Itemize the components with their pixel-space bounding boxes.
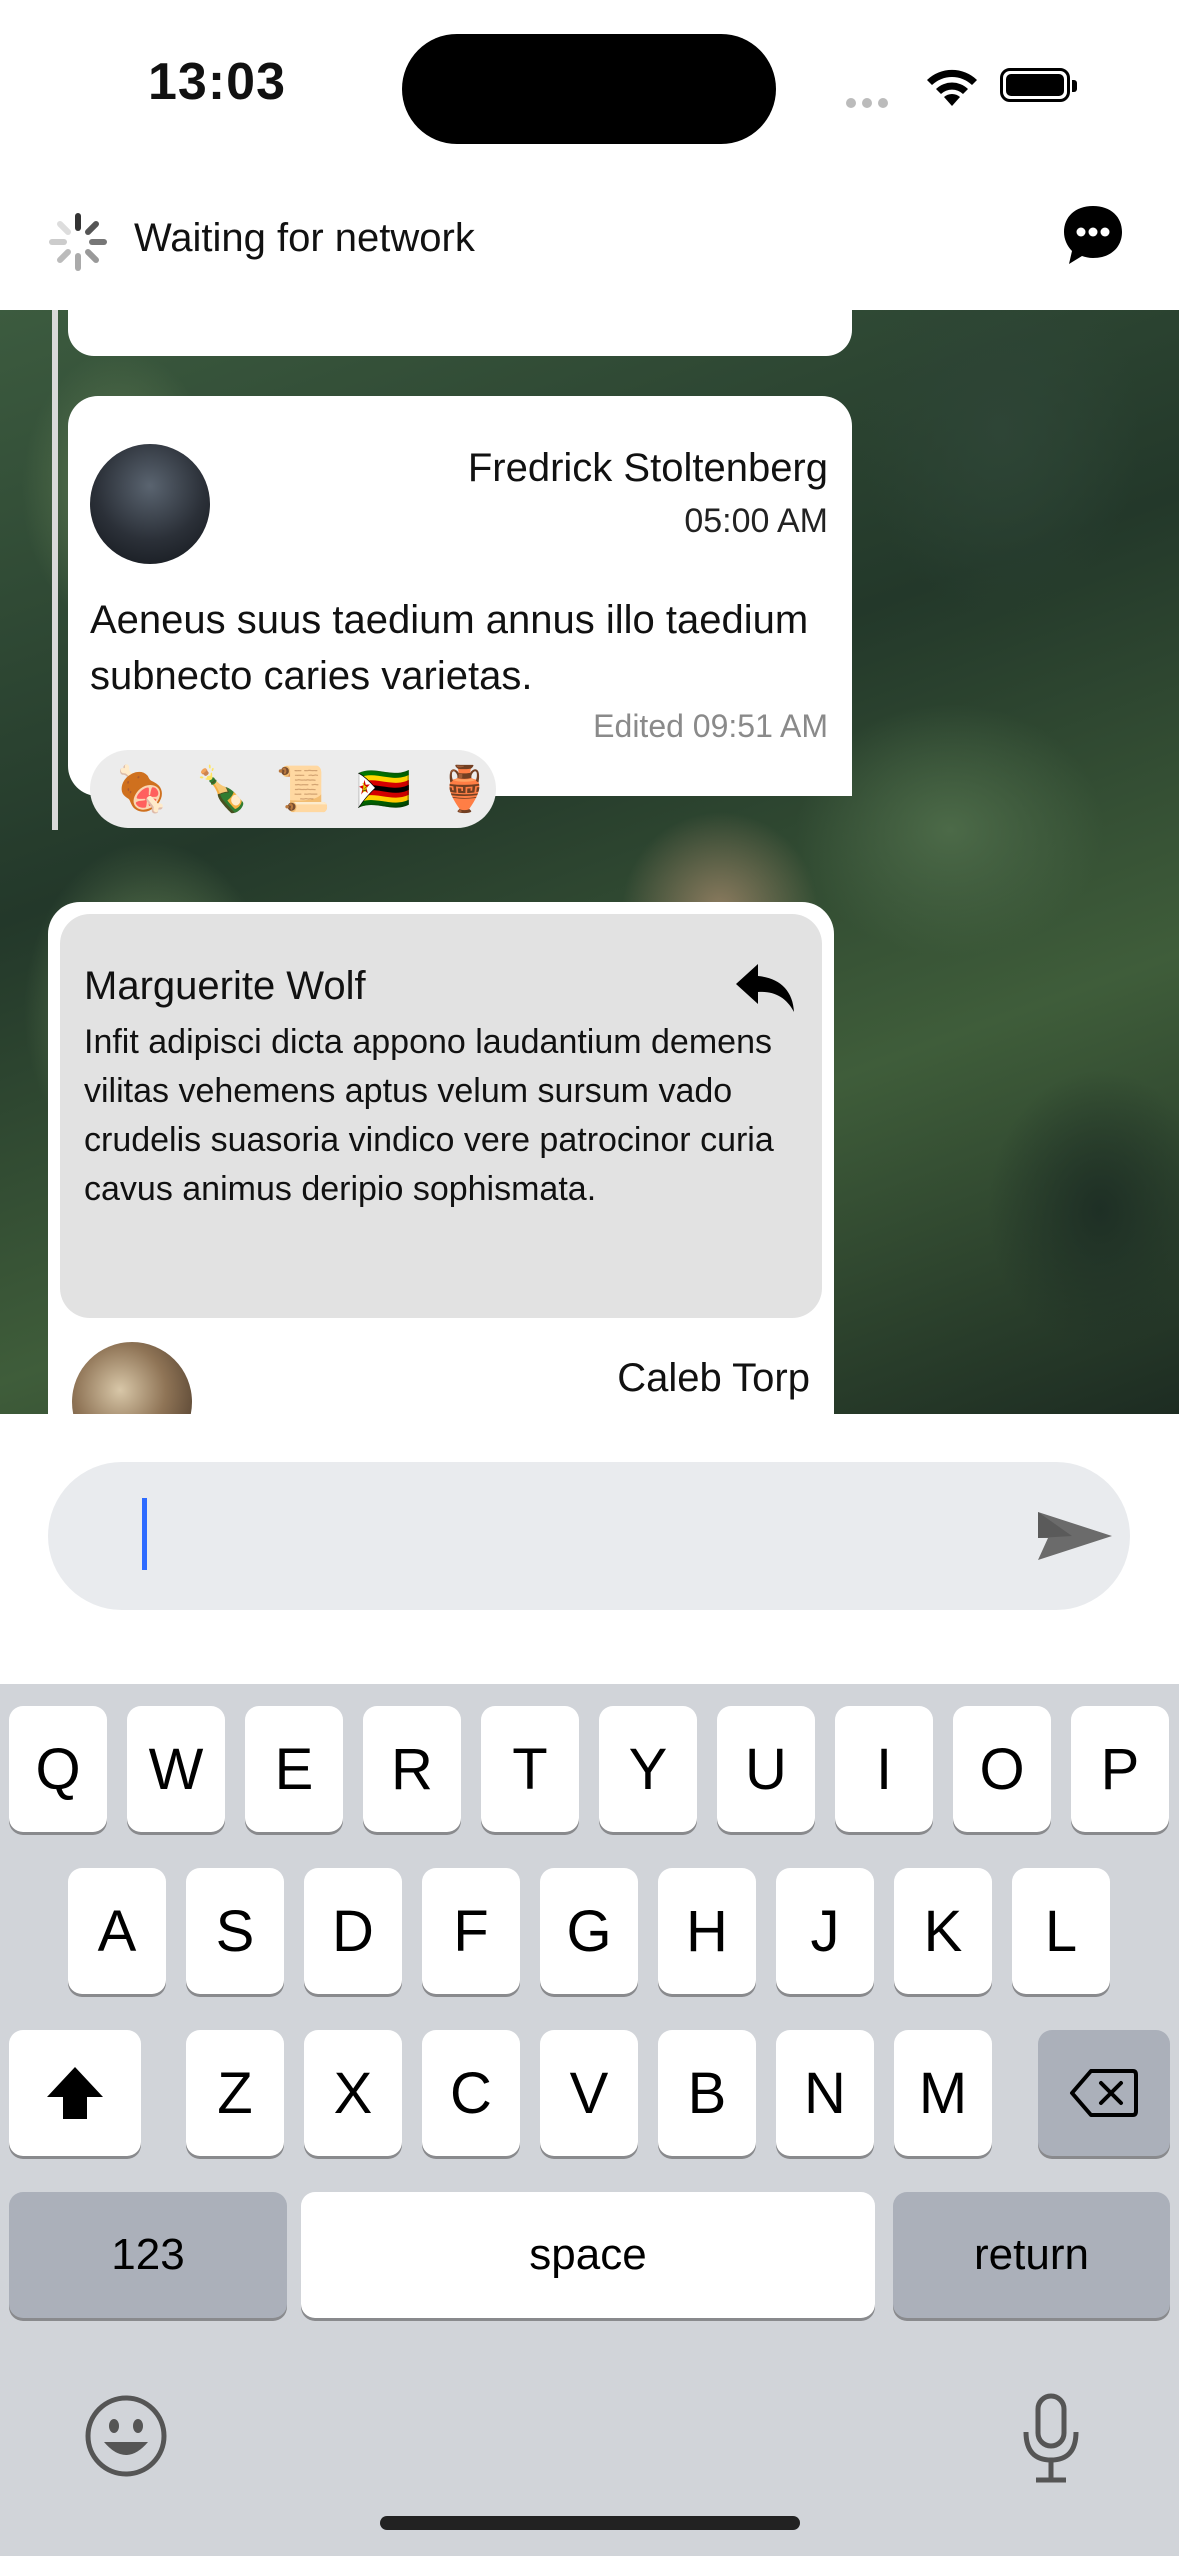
- status-bar: 13:03: [0, 0, 1179, 180]
- key-l[interactable]: L: [1012, 1868, 1110, 1994]
- key-q[interactable]: Q: [9, 1706, 107, 1832]
- key-h[interactable]: H: [658, 1868, 756, 1994]
- reaction-flag[interactable]: 🇿🇼: [356, 763, 411, 815]
- reaction-scroll[interactable]: 📜: [276, 763, 331, 815]
- dynamic-island: [402, 34, 776, 144]
- key-w[interactable]: W: [127, 1706, 225, 1832]
- numbers-key[interactable]: 123: [9, 2192, 287, 2318]
- quoted-message[interactable]: Marguerite Wolf Infit adipisci dicta app…: [60, 914, 822, 1318]
- key-x[interactable]: X: [304, 2030, 402, 2156]
- key-i[interactable]: I: [835, 1706, 933, 1832]
- return-key[interactable]: return: [893, 2192, 1170, 2318]
- chat-bubble-icon[interactable]: [1060, 202, 1126, 268]
- key-t[interactable]: T: [481, 1706, 579, 1832]
- message-text: Aeneus suus taedium annus illo taedium s…: [90, 598, 809, 698]
- send-icon[interactable]: [1008, 1506, 1118, 1566]
- key-m[interactable]: M: [894, 2030, 992, 2156]
- key-d[interactable]: D: [304, 1868, 402, 1994]
- key-a[interactable]: A: [68, 1868, 166, 1994]
- reply-icon[interactable]: [732, 958, 798, 1018]
- key-p[interactable]: P: [1071, 1706, 1169, 1832]
- emoji-icon[interactable]: [84, 2394, 168, 2478]
- thread-line: [52, 310, 58, 830]
- key-s[interactable]: S: [186, 1868, 284, 1994]
- key-e[interactable]: E: [245, 1706, 343, 1832]
- composer: [0, 1414, 1179, 1684]
- wifi-icon: [927, 69, 977, 106]
- key-r[interactable]: R: [363, 1706, 461, 1832]
- message-bubble[interactable]: Fredrick Stoltenberg 05:00 AM Aeneus suu…: [68, 396, 852, 796]
- edited-label: Edited 09:51 AM: [593, 708, 828, 744]
- key-o[interactable]: O: [953, 1706, 1051, 1832]
- home-indicator: [380, 2516, 800, 2530]
- microphone-icon[interactable]: [1016, 2392, 1086, 2484]
- key-v[interactable]: V: [540, 2030, 638, 2156]
- shift-key[interactable]: [9, 2030, 141, 2156]
- backspace-icon: [1070, 2069, 1138, 2117]
- backspace-key[interactable]: [1038, 2030, 1170, 2156]
- key-j[interactable]: J: [776, 1868, 874, 1994]
- key-c[interactable]: C: [422, 2030, 520, 2156]
- avatar[interactable]: [72, 1342, 192, 1414]
- reaction-amphora[interactable]: 🏺: [437, 763, 492, 815]
- keyboard: Q W E R T Y U I O P A S D F G H J K L Z …: [0, 1684, 1179, 2556]
- cellular-signal-icon: [846, 95, 906, 108]
- previous-message-bubble[interactable]: [68, 310, 852, 356]
- spinner-icon: [49, 213, 107, 271]
- message-input[interactable]: [158, 1492, 1022, 1582]
- quoted-author: Marguerite Wolf: [84, 964, 366, 1008]
- space-key[interactable]: space: [301, 2192, 875, 2318]
- reactions-bar[interactable]: 🍖 🍾 📜 🇿🇼 🏺: [90, 750, 496, 828]
- network-status-title: Waiting for network: [134, 216, 475, 260]
- shift-icon: [47, 2067, 103, 2119]
- key-y[interactable]: Y: [599, 1706, 697, 1832]
- reaction-bottle[interactable]: 🍾: [195, 763, 250, 815]
- chat-message-list[interactable]: Fredrick Stoltenberg 05:00 AM Aeneus suu…: [0, 310, 1179, 1414]
- key-b[interactable]: B: [658, 2030, 756, 2156]
- key-u[interactable]: U: [717, 1706, 815, 1832]
- quoted-text: Infit adipisci dicta appono laudantium d…: [84, 1023, 774, 1208]
- text-caret: [142, 1498, 147, 1570]
- key-z[interactable]: Z: [186, 2030, 284, 2156]
- status-time: 13:03: [148, 53, 286, 111]
- message-author: Fredrick Stoltenberg: [467, 446, 828, 490]
- chat-header: Waiting for network: [0, 180, 1179, 310]
- reaction-meat[interactable]: 🍖: [114, 763, 169, 815]
- message-input-container[interactable]: [48, 1462, 1130, 1610]
- message-author: Caleb Torp: [617, 1356, 810, 1400]
- key-n[interactable]: N: [776, 2030, 874, 2156]
- battery-icon: [1000, 68, 1077, 102]
- reply-message-bubble[interactable]: Marguerite Wolf Infit adipisci dicta app…: [48, 902, 834, 1414]
- avatar[interactable]: [90, 444, 210, 564]
- key-g[interactable]: G: [540, 1868, 638, 1994]
- key-f[interactable]: F: [422, 1868, 520, 1994]
- key-k[interactable]: K: [894, 1868, 992, 1994]
- message-time: 05:00 AM: [684, 502, 828, 540]
